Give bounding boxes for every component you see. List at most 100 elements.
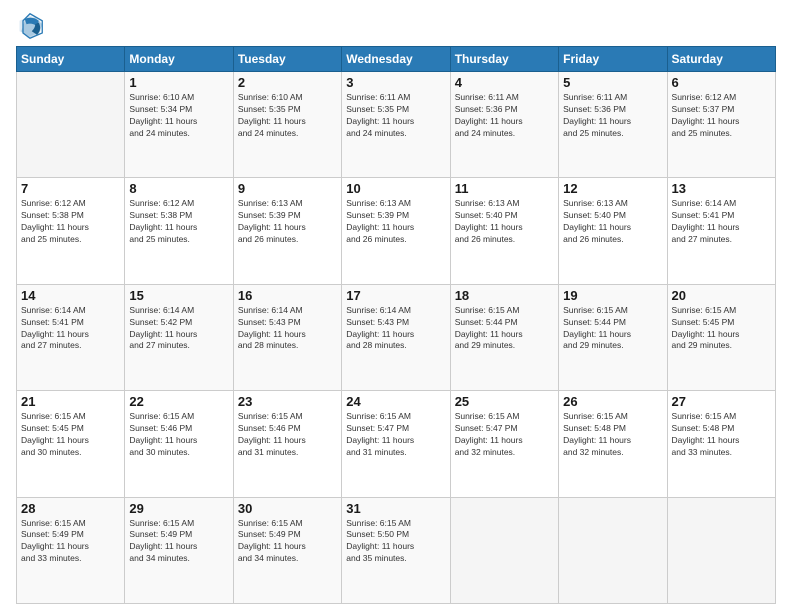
day-number: 24 [346, 394, 445, 409]
day-number: 12 [563, 181, 662, 196]
day-number: 30 [238, 501, 337, 516]
day-number: 7 [21, 181, 120, 196]
weekday-header-row: SundayMondayTuesdayWednesdayThursdayFrid… [17, 47, 776, 72]
day-info: Sunrise: 6:14 AM Sunset: 5:43 PM Dayligh… [238, 305, 337, 353]
calendar-cell [559, 497, 667, 603]
day-info: Sunrise: 6:15 AM Sunset: 5:49 PM Dayligh… [238, 518, 337, 566]
calendar-week-3: 14 Sunrise: 6:14 AM Sunset: 5:41 PM Dayli… [17, 284, 776, 390]
day-info: Sunrise: 6:15 AM Sunset: 5:48 PM Dayligh… [672, 411, 771, 459]
day-info: Sunrise: 6:13 AM Sunset: 5:40 PM Dayligh… [455, 198, 554, 246]
calendar-cell: 7 Sunrise: 6:12 AM Sunset: 5:38 PM Daylig… [17, 178, 125, 284]
day-info: Sunrise: 6:15 AM Sunset: 5:48 PM Dayligh… [563, 411, 662, 459]
calendar-cell: 23 Sunrise: 6:15 AM Sunset: 5:46 PM Dayli… [233, 391, 341, 497]
day-info: Sunrise: 6:14 AM Sunset: 5:41 PM Dayligh… [21, 305, 120, 353]
calendar-cell: 18 Sunrise: 6:15 AM Sunset: 5:44 PM Dayli… [450, 284, 558, 390]
calendar-week-4: 21 Sunrise: 6:15 AM Sunset: 5:45 PM Dayli… [17, 391, 776, 497]
calendar-cell: 9 Sunrise: 6:13 AM Sunset: 5:39 PM Daylig… [233, 178, 341, 284]
day-info: Sunrise: 6:15 AM Sunset: 5:49 PM Dayligh… [21, 518, 120, 566]
day-info: Sunrise: 6:13 AM Sunset: 5:40 PM Dayligh… [563, 198, 662, 246]
day-info: Sunrise: 6:15 AM Sunset: 5:44 PM Dayligh… [563, 305, 662, 353]
day-number: 18 [455, 288, 554, 303]
calendar-cell: 8 Sunrise: 6:12 AM Sunset: 5:38 PM Daylig… [125, 178, 233, 284]
day-number: 9 [238, 181, 337, 196]
calendar-cell: 11 Sunrise: 6:13 AM Sunset: 5:40 PM Dayli… [450, 178, 558, 284]
day-number: 17 [346, 288, 445, 303]
calendar-cell: 3 Sunrise: 6:11 AM Sunset: 5:35 PM Daylig… [342, 72, 450, 178]
day-number: 13 [672, 181, 771, 196]
calendar-cell: 15Sunrise: 6:14 AM Sunset: 5:42 PM Dayli… [125, 284, 233, 390]
day-info: Sunrise: 6:11 AM Sunset: 5:36 PM Dayligh… [563, 92, 662, 140]
day-info: Sunrise: 6:15 AM Sunset: 5:46 PM Dayligh… [238, 411, 337, 459]
calendar-week-2: 7 Sunrise: 6:12 AM Sunset: 5:38 PM Daylig… [17, 178, 776, 284]
calendar-table: SundayMondayTuesdayWednesdayThursdayFrid… [16, 46, 776, 604]
logo-icon [16, 12, 44, 40]
calendar-cell: 27 Sunrise: 6:15 AM Sunset: 5:48 PM Dayli… [667, 391, 775, 497]
day-number: 6 [672, 75, 771, 90]
day-number: 1 [129, 75, 228, 90]
day-number: 11 [455, 181, 554, 196]
day-number: 23 [238, 394, 337, 409]
calendar-cell: 25 Sunrise: 6:15 AM Sunset: 5:47 PM Dayli… [450, 391, 558, 497]
calendar-week-5: 28 Sunrise: 6:15 AM Sunset: 5:49 PM Dayli… [17, 497, 776, 603]
day-info: Sunrise: 6:14 AM Sunset: 5:43 PM Dayligh… [346, 305, 445, 353]
day-number: 22 [129, 394, 228, 409]
calendar-cell [17, 72, 125, 178]
calendar-cell: 26 Sunrise: 6:15 AM Sunset: 5:48 PM Dayli… [559, 391, 667, 497]
logo [16, 12, 48, 40]
calendar-cell: 1Sunrise: 6:10 AM Sunset: 5:34 PM Daylig… [125, 72, 233, 178]
day-info: Sunrise: 6:11 AM Sunset: 5:36 PM Dayligh… [455, 92, 554, 140]
day-number: 20 [672, 288, 771, 303]
day-number: 10 [346, 181, 445, 196]
day-number: 5 [563, 75, 662, 90]
calendar-cell: 4 Sunrise: 6:11 AM Sunset: 5:36 PM Daylig… [450, 72, 558, 178]
day-info: Sunrise: 6:13 AM Sunset: 5:39 PM Dayligh… [346, 198, 445, 246]
calendar-cell: 12 Sunrise: 6:13 AM Sunset: 5:40 PM Dayli… [559, 178, 667, 284]
day-number: 21 [21, 394, 120, 409]
page: SundayMondayTuesdayWednesdayThursdayFrid… [0, 0, 792, 612]
calendar-cell: 19 Sunrise: 6:15 AM Sunset: 5:44 PM Dayli… [559, 284, 667, 390]
weekday-header-tuesday: Tuesday [233, 47, 341, 72]
day-info: Sunrise: 6:14 AM Sunset: 5:41 PM Dayligh… [672, 198, 771, 246]
calendar-cell: 10 Sunrise: 6:13 AM Sunset: 5:39 PM Dayli… [342, 178, 450, 284]
header [16, 12, 776, 40]
day-number: 8 [129, 181, 228, 196]
day-number: 25 [455, 394, 554, 409]
calendar-cell: 21 Sunrise: 6:15 AM Sunset: 5:45 PM Dayli… [17, 391, 125, 497]
weekday-header-thursday: Thursday [450, 47, 558, 72]
day-info: Sunrise: 6:15 AM Sunset: 5:47 PM Dayligh… [346, 411, 445, 459]
day-number: 14 [21, 288, 120, 303]
weekday-header-wednesday: Wednesday [342, 47, 450, 72]
calendar-cell: 22Sunrise: 6:15 AM Sunset: 5:46 PM Dayli… [125, 391, 233, 497]
day-number: 4 [455, 75, 554, 90]
day-number: 2 [238, 75, 337, 90]
weekday-header-friday: Friday [559, 47, 667, 72]
calendar-cell: 24 Sunrise: 6:15 AM Sunset: 5:47 PM Dayli… [342, 391, 450, 497]
day-info: Sunrise: 6:12 AM Sunset: 5:37 PM Dayligh… [672, 92, 771, 140]
calendar-cell: 29Sunrise: 6:15 AM Sunset: 5:49 PM Dayli… [125, 497, 233, 603]
day-info: Sunrise: 6:15 AM Sunset: 5:45 PM Dayligh… [21, 411, 120, 459]
weekday-header-sunday: Sunday [17, 47, 125, 72]
day-info: Sunrise: 6:12 AM Sunset: 5:38 PM Dayligh… [21, 198, 120, 246]
day-number: 26 [563, 394, 662, 409]
day-info: Sunrise: 6:15 AM Sunset: 5:49 PM Dayligh… [129, 518, 228, 566]
day-info: Sunrise: 6:13 AM Sunset: 5:39 PM Dayligh… [238, 198, 337, 246]
calendar-cell: 13 Sunrise: 6:14 AM Sunset: 5:41 PM Dayli… [667, 178, 775, 284]
day-number: 3 [346, 75, 445, 90]
calendar-cell: 28 Sunrise: 6:15 AM Sunset: 5:49 PM Dayli… [17, 497, 125, 603]
day-info: Sunrise: 6:10 AM Sunset: 5:35 PM Dayligh… [238, 92, 337, 140]
day-info: Sunrise: 6:11 AM Sunset: 5:35 PM Dayligh… [346, 92, 445, 140]
day-info: Sunrise: 6:15 AM Sunset: 5:44 PM Dayligh… [455, 305, 554, 353]
calendar-cell: 17 Sunrise: 6:14 AM Sunset: 5:43 PM Dayli… [342, 284, 450, 390]
day-number: 27 [672, 394, 771, 409]
day-info: Sunrise: 6:15 AM Sunset: 5:45 PM Dayligh… [672, 305, 771, 353]
day-info: Sunrise: 6:15 AM Sunset: 5:47 PM Dayligh… [455, 411, 554, 459]
day-number: 28 [21, 501, 120, 516]
weekday-header-saturday: Saturday [667, 47, 775, 72]
calendar-week-1: 1Sunrise: 6:10 AM Sunset: 5:34 PM Daylig… [17, 72, 776, 178]
calendar-cell: 5 Sunrise: 6:11 AM Sunset: 5:36 PM Daylig… [559, 72, 667, 178]
day-number: 19 [563, 288, 662, 303]
day-info: Sunrise: 6:15 AM Sunset: 5:50 PM Dayligh… [346, 518, 445, 566]
day-info: Sunrise: 6:12 AM Sunset: 5:38 PM Dayligh… [129, 198, 228, 246]
calendar-cell: 16Sunrise: 6:14 AM Sunset: 5:43 PM Dayli… [233, 284, 341, 390]
calendar-cell [667, 497, 775, 603]
